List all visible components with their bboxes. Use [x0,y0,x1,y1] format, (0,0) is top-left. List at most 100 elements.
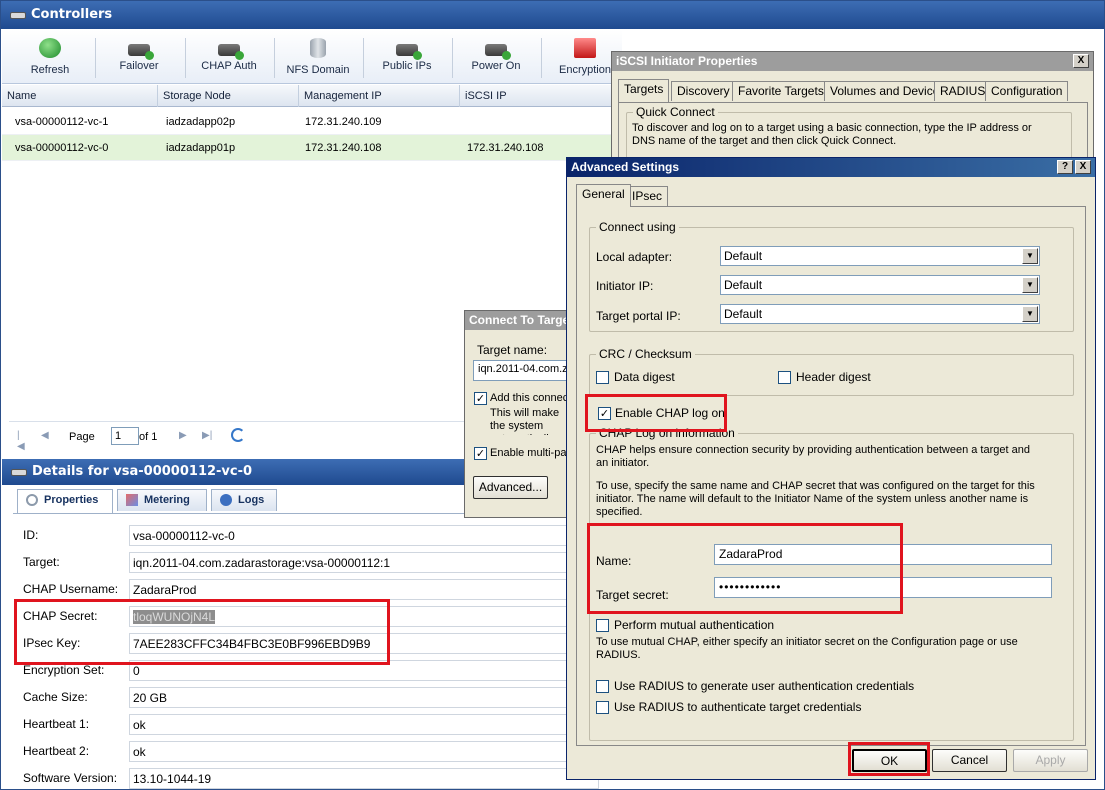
prop-value[interactable]: ok [129,714,599,735]
chevron-down-icon[interactable]: ▼ [1022,248,1038,264]
chap-name-input[interactable]: ZadaraProd [714,544,1052,565]
last-page-icon[interactable]: ▶| [202,430,212,442]
refresh-button[interactable]: Refresh [8,34,92,82]
tab-discovery[interactable]: Discovery [671,81,736,101]
iscsi-tabs: Targets Discovery Favorite Targets Volum… [618,79,1088,103]
first-page-icon[interactable]: |◀ [17,430,27,452]
target-portal-select[interactable]: Default ▼ [720,304,1040,324]
mutual-auth-desc: To use mutual CHAP, either specify an in… [596,636,1018,661]
prop-label: CHAP Secret: [23,609,98,623]
table-row[interactable]: vsa-00000112-vc-1 iadzadapp02p 172.31.24… [2,109,622,135]
tab-favorite-targets[interactable]: Favorite Targets [732,81,830,101]
nfs-domain-button[interactable]: NFS Domain [276,34,360,82]
public-ips-label: Public IPs [382,60,432,72]
prop-value[interactable]: vsa-00000112-vc-0 [129,525,599,546]
close-icon[interactable]: X [1075,160,1091,174]
target-name-input[interactable]: iqn.2011-04.com.zadarastorage:vsa-000001… [473,360,575,381]
target-portal-label: Target portal IP: [596,309,681,323]
multi-path-checkbox[interactable]: ✓ [474,447,487,460]
connect-title-bar: Connect To Target [465,311,575,330]
column-name[interactable]: Name [2,85,158,107]
prop-value[interactable]: 20 GB [129,687,599,708]
prop-label: Heartbeat 2: [23,744,90,758]
local-adapter-label: Local adapter: [596,250,673,264]
tab-properties[interactable]: Properties [17,489,113,513]
prop-value[interactable]: 7AEE283CFFC34B4FBC3E0BF996EBD9B9 [129,633,599,654]
close-icon[interactable]: X [1073,54,1089,68]
initiator-ip-select[interactable]: Default ▼ [720,275,1040,295]
prev-page-icon[interactable]: ◀ [41,430,51,442]
tab-ipsec[interactable]: IPsec [626,186,669,206]
public-ips-button[interactable]: Public IPs [365,34,449,82]
toolbar-separator [541,38,542,78]
radius-user-checkbox[interactable] [596,680,609,693]
row-iscsi-ip: 172.31.240.108 [467,142,544,154]
column-iscsi-ip[interactable]: iSCSI IP [460,85,622,107]
local-adapter-value: Default [724,249,763,263]
target-portal-value: Default [724,307,763,321]
column-storage-node[interactable]: Storage Node [158,85,299,107]
chevron-down-icon[interactable]: ▼ [1022,277,1038,293]
reload-icon[interactable] [231,428,245,442]
add-favorites-desc: This will make the system automatically … [490,407,560,435]
tab-logs[interactable]: Logs [211,489,277,511]
tab-metering[interactable]: Metering [117,489,207,511]
controller-icon [11,469,27,476]
tab-properties-label: Properties [44,494,99,506]
data-digest-label: Data digest [614,370,675,384]
drive-icon [218,44,244,60]
failover-button[interactable]: Failover [97,34,181,82]
tab-volumes-devices[interactable]: Volumes and Devices [824,81,952,101]
mutual-auth-label: Perform mutual authentication [614,618,775,632]
add-favorites-checkbox[interactable]: ✓ [474,392,487,405]
prop-value[interactable]: ZadaraProd [129,579,599,600]
table-row-selected[interactable]: vsa-00000112-vc-0 iadzadapp01p 172.31.24… [2,135,622,161]
data-digest-checkbox[interactable] [596,371,609,384]
crc-title: CRC / Checksum [596,347,695,361]
failover-label: Failover [119,60,159,72]
prop-label: Target: [23,555,60,569]
target-secret-input[interactable]: •••••••••••• [714,577,1052,598]
chevron-down-icon[interactable]: ▼ [1022,306,1038,322]
local-adapter-select[interactable]: Default ▼ [720,246,1040,266]
help-icon[interactable]: ? [1057,160,1073,174]
chap-info-title: CHAP Log on information [596,426,738,440]
apply-button[interactable]: Apply [1013,749,1088,772]
row-mgmt-ip: 172.31.240.109 [305,116,382,128]
power-on-label: Power On [471,60,521,72]
tab-configuration[interactable]: Configuration [985,81,1069,101]
enable-chap-checkbox[interactable]: ✓ [598,407,611,420]
page-label: Page [69,431,95,443]
chap-info-text2: To use, specify the same name and CHAP s… [596,480,1035,518]
cancel-button[interactable]: Cancel [932,749,1007,772]
tab-general[interactable]: General [576,184,631,207]
toolbar: Refresh Failover CHAP Auth NFS Domain Pu… [2,30,622,84]
column-management-ip[interactable]: Management IP [299,85,460,107]
add-favorites-label: Add this connection to the list of Favor… [490,392,575,404]
prop-value[interactable]: 0 [129,660,599,681]
info-icon [220,494,232,506]
prop-value[interactable]: 13.10-1044-19 [129,768,599,789]
prop-value[interactable]: tloqWUNOjN4L [129,606,599,627]
header-digest-checkbox[interactable] [778,371,791,384]
prop-label: Heartbeat 1: [23,717,90,731]
page-input[interactable] [111,427,139,445]
chap-auth-button[interactable]: CHAP Auth [187,34,271,82]
tab-targets[interactable]: Targets [618,79,670,102]
radius-target-checkbox[interactable] [596,701,609,714]
tab-radius[interactable]: RADIUS [934,81,992,101]
refresh-icon [39,38,61,58]
encryption-label: Encryption [559,64,611,76]
power-on-button[interactable]: Power On [454,34,538,82]
drive-icon [128,44,154,60]
mutual-auth-checkbox[interactable] [596,619,609,632]
next-page-icon[interactable]: ▶ [179,430,189,442]
general-panel: Connect using Local adapter: Default ▼ I… [576,206,1086,746]
advanced-button[interactable]: Advanced... [473,476,548,499]
row-node: iadzadapp01p [166,142,236,154]
ok-button[interactable]: OK [852,749,927,772]
drive-icon [396,44,422,60]
prop-value[interactable]: ok [129,741,599,762]
page-of-label: of 1 [139,431,158,443]
prop-value[interactable]: iqn.2011-04.com.zadarastorage:vsa-000001… [129,552,599,573]
